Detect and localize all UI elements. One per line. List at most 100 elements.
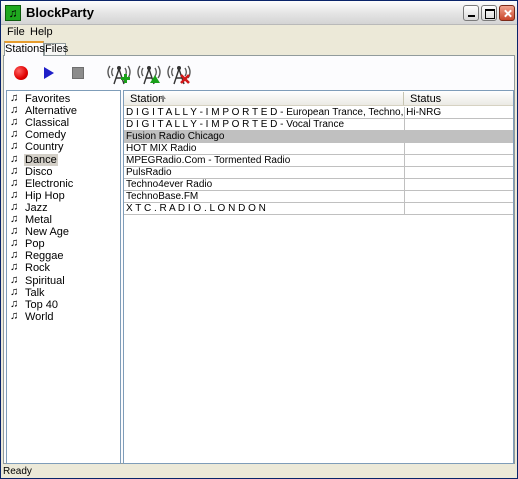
play-icon[interactable] [44, 67, 54, 79]
music-note-icon: ♫ [10, 309, 19, 322]
music-note-icon: ♫ [10, 273, 19, 286]
column-header-status[interactable]: Status [410, 93, 441, 105]
table-row[interactable]: TechnoBase.FM [124, 191, 513, 203]
status-cell [404, 155, 513, 167]
station-name-cell: PulsRadio [126, 167, 172, 178]
genre-label: Jazz [25, 201, 48, 214]
genre-list[interactable]: ♫ Favorites ♫ Alternative ♫ Classical ♫ Comedy ♫… [6, 90, 121, 464]
genre-item[interactable]: ♫ Country [10, 140, 118, 154]
minimize-icon [464, 6, 478, 20]
genre-label: Top 40 [25, 298, 59, 311]
table-row[interactable]: MPEGRadio.Com - Tormented Radio [124, 155, 513, 167]
genre-item[interactable]: ♫ Favorites [10, 92, 118, 105]
station-name-cell: D I G I T A L L Y - I M P O R T E D - Vo… [126, 119, 345, 130]
genre-label: Electronic [25, 177, 74, 190]
music-note-icon: ♫ [10, 285, 19, 298]
genre-item[interactable]: ♫ Metal [10, 213, 118, 226]
maximize-button[interactable] [481, 5, 497, 21]
stop-icon[interactable] [72, 67, 84, 79]
genre-label: Comedy [25, 129, 66, 142]
table-header: Station Status [124, 91, 513, 106]
sort-ascending-icon [160, 95, 166, 99]
music-note-icon: ♫ [10, 237, 19, 250]
table-row[interactable]: D I G I T A L L Y - I M P O R T E D - Eu… [124, 107, 513, 119]
music-note-icon: ♫ [10, 188, 19, 201]
record-icon[interactable] [14, 66, 28, 80]
music-note-icon: ♫ [10, 297, 19, 310]
genre-label: Hip Hop [25, 189, 65, 202]
genre-label: Talk [25, 286, 45, 299]
genre-item[interactable]: ♫ Electronic [10, 177, 118, 190]
stations-panel: ♫ Favorites ♫ Alternative ♫ Classical ♫ Comedy ♫… [3, 55, 515, 464]
menu-bar: File Help [1, 25, 517, 40]
music-note-icon: ♫ [10, 200, 19, 213]
genre-item[interactable]: ♫ World [10, 309, 118, 323]
genre-label: Dance [24, 153, 58, 166]
status-cell [404, 107, 513, 119]
tab-files[interactable]: Files [44, 43, 68, 55]
status-bar-text: Ready [3, 466, 32, 477]
minimize-button[interactable] [463, 5, 479, 21]
genre-label: Pop [25, 238, 45, 251]
menu-file[interactable]: File [7, 26, 25, 38]
genre-label: Country [25, 141, 64, 154]
status-cell [404, 119, 513, 131]
table-row[interactable]: Fusion Radio Chicago [124, 131, 513, 143]
genre-item[interactable]: ♫ Dance [10, 152, 118, 166]
genre-item[interactable]: ♫ New Age [10, 225, 118, 239]
table-row[interactable]: D I G I T A L L Y - I M P O R T E D - Vo… [124, 119, 513, 131]
music-note-icon: ♫ [10, 213, 19, 225]
music-note-icon: ♫ [10, 116, 19, 129]
radio-tower-delete-icon[interactable] [166, 60, 192, 86]
station-name-cell: Techno4ever Radio [126, 179, 213, 190]
genre-item[interactable]: ♫ Spiritual [10, 273, 118, 287]
radio-tower-up-icon[interactable] [136, 60, 162, 86]
tab-stations[interactable]: Stations [4, 41, 45, 56]
station-name-cell: Fusion Radio Chicago [126, 131, 225, 142]
music-note-icon: ♫ [10, 128, 19, 141]
menu-help[interactable]: Help [30, 26, 53, 38]
app-window: ♫ BlockParty File Help Stations Files ♫ … [0, 0, 518, 479]
genre-label: Reggae [25, 250, 64, 263]
station-name-cell: HOT MIX Radio [126, 143, 197, 154]
genre-label: Alternative [25, 105, 77, 118]
genre-item[interactable]: ♫ Comedy [10, 128, 118, 142]
title-bar[interactable]: ♫ BlockParty [1, 1, 517, 25]
genre-label: New Age [25, 226, 70, 239]
genre-item[interactable]: ♫ Rock [10, 261, 118, 274]
table-row[interactable]: PulsRadio [124, 167, 513, 179]
genre-item[interactable]: ♫ Classical [10, 116, 118, 129]
maximize-icon [482, 6, 496, 20]
music-note-app-icon: ♫ [5, 5, 21, 21]
music-note-icon: ♫ [10, 152, 19, 165]
genre-item[interactable]: ♫ Jazz [10, 200, 118, 214]
genre-label: Favorites [25, 93, 71, 105]
status-cell [404, 191, 513, 203]
window-title: BlockParty [26, 5, 94, 20]
station-name-cell: X T C . R A D I O . L O N D O N [126, 203, 266, 214]
genre-item[interactable]: ♫ Disco [10, 165, 118, 178]
table-row[interactable]: X T C . R A D I O . L O N D O N [124, 203, 513, 215]
genre-item[interactable]: ♫ Top 40 [10, 297, 118, 311]
genre-item[interactable]: ♫ Hip Hop [10, 188, 118, 202]
status-cell [404, 203, 513, 215]
genre-item[interactable]: ♫ Reggae [10, 249, 118, 263]
music-note-icon: ♫ [10, 261, 19, 274]
genre-label: Metal [25, 214, 52, 226]
genre-item[interactable]: ♫ Talk [10, 285, 118, 299]
status-cell [404, 167, 513, 179]
music-note-icon: ♫ [10, 140, 19, 153]
genre-item[interactable]: ♫ Pop [10, 237, 118, 251]
column-divider[interactable] [403, 92, 404, 105]
station-name-cell: TechnoBase.FM [126, 191, 199, 202]
station-name-cell: D I G I T A L L Y - I M P O R T E D - Eu… [126, 107, 442, 118]
table-row[interactable]: Techno4ever Radio [124, 179, 513, 191]
close-button[interactable] [499, 5, 515, 21]
genre-item[interactable]: ♫ Alternative [10, 104, 118, 118]
status-cell [404, 179, 513, 191]
music-note-icon: ♫ [10, 249, 19, 262]
radio-tower-add-icon[interactable] [106, 60, 132, 86]
status-cell [404, 131, 513, 143]
table-row[interactable]: HOT MIX Radio [124, 143, 513, 155]
music-note-icon: ♫ [10, 92, 19, 104]
